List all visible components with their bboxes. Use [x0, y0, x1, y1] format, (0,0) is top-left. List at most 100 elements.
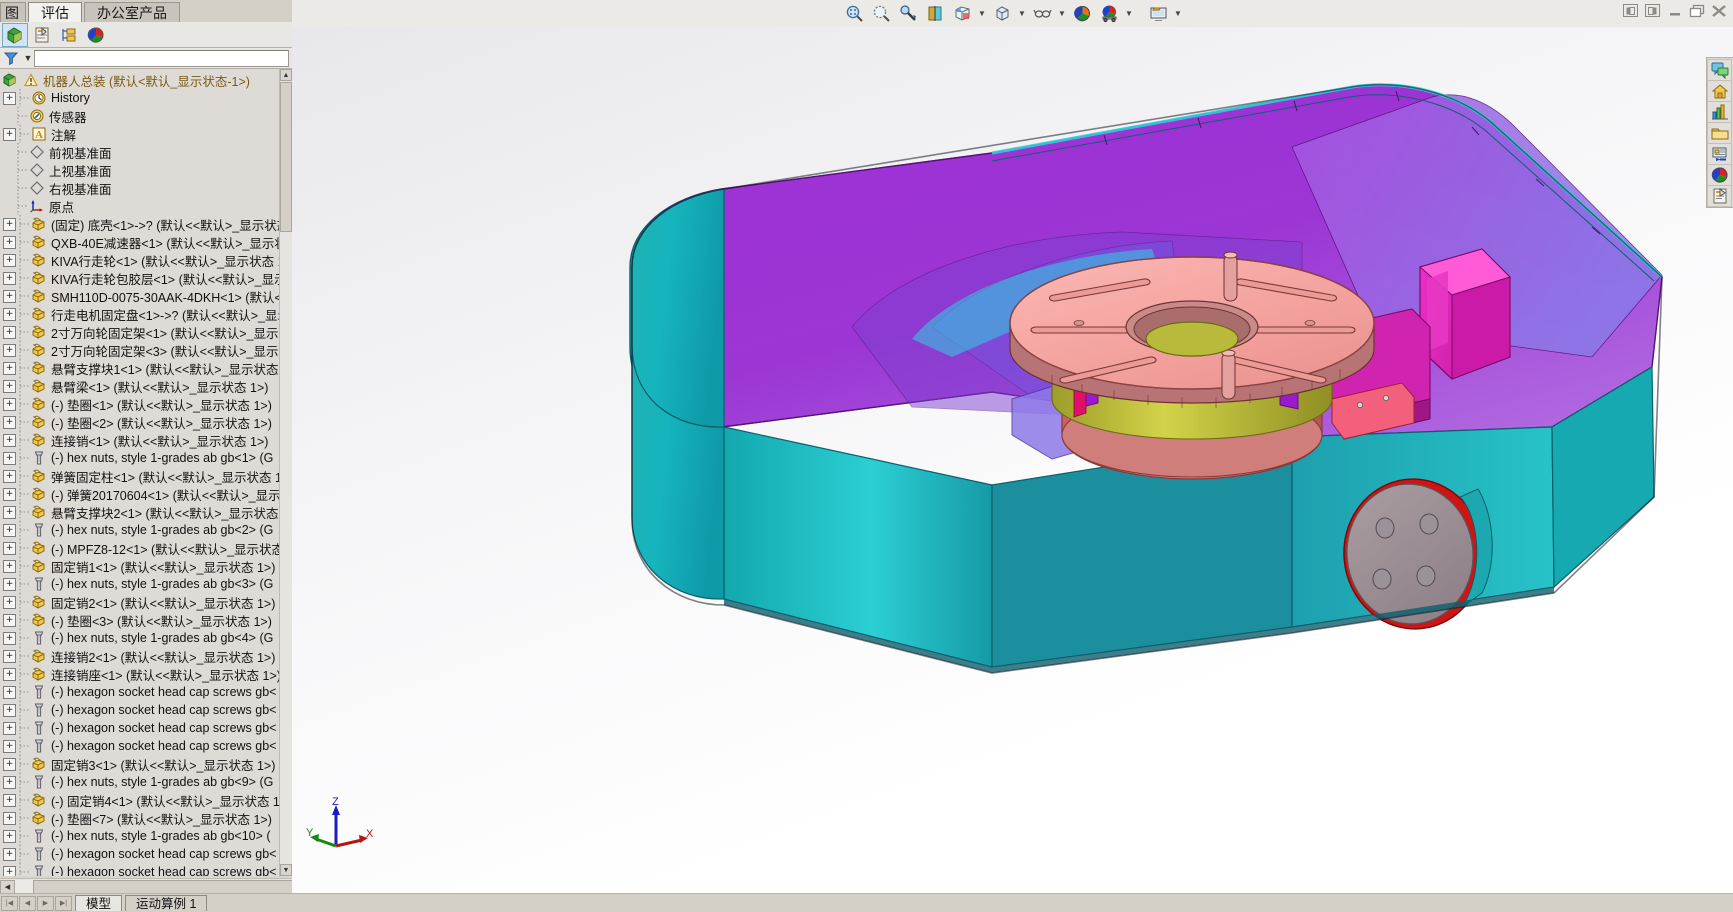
restore-doc-right-button[interactable]	[1644, 3, 1661, 18]
tree-item[interactable]: + 弹簧固定柱<1> (默认<<默认>_显示状态 1	[0, 467, 280, 485]
tree-item[interactable]: + (-) 固定销4<1> (默认<<默认>_显示状态 1	[0, 791, 280, 809]
tree-item[interactable]: + KIVA行走轮<1> (默认<<默认>_显示状态 1	[0, 251, 280, 269]
section-view-icon[interactable]	[923, 2, 948, 26]
tree-expand-icon[interactable]: +	[3, 307, 16, 321]
tab-nav-prev-button[interactable]: ◀	[19, 895, 36, 911]
tree-item[interactable]: + 行走电机固定盘<1>->? (默认<<默认>_显示	[0, 305, 280, 323]
tree-item[interactable]: + (-) MPFZ8-12<1> (默认<<默认>_显示状态	[0, 539, 280, 557]
tree-item[interactable]: +2寸万向轮固定架<3> (默认<<默认>_显示状	[0, 341, 280, 359]
cad-model-3d[interactable]	[292, 27, 1733, 894]
tree-item[interactable]: + (-) 垫圈<3> (默认<<默认>_显示状态 1>)	[0, 611, 280, 629]
tree-item[interactable]: + 连接销座<1> (默认<<默认>_显示状态 1>)	[0, 665, 280, 683]
doc-tab-model[interactable]: 模型	[75, 895, 123, 911]
custom-properties-icon[interactable]	[1707, 164, 1732, 186]
tree-item[interactable]: + (-) hex nuts, style 1-grades ab gb<9> (…	[0, 773, 280, 791]
apply-scene-icon[interactable]	[1097, 2, 1122, 26]
tree-item[interactable]: + (-) hexagon socket head cap screws gb<	[0, 845, 280, 863]
tree-item[interactable]: + (-) 垫圈<1> (默认<<默认>_显示状态 1>)	[0, 395, 280, 413]
tab-nav-next-button[interactable]: ▶	[37, 895, 54, 911]
ribbon-tab-0[interactable]: 图	[0, 2, 26, 22]
tab-nav-first-button[interactable]: |◀	[1, 895, 18, 911]
tree-item[interactable]: + 悬臂梁<1> (默认<<默认>_显示状态 1>)	[0, 377, 280, 395]
tree-item[interactable]: 传感器	[0, 107, 280, 125]
tree-item[interactable]: + A 注解	[0, 125, 280, 143]
tree-expand-icon[interactable]: +	[3, 361, 16, 375]
tree-item[interactable]: + KIVA行走轮包胶层<1> (默认<<默认>_显示	[0, 269, 280, 287]
tree-item[interactable]: + (固定) 底壳<1>->? (默认<<默认>_显示状态	[0, 215, 280, 233]
tree-item[interactable]: + (-) hex nuts, style 1-grades ab gb<3> (…	[0, 575, 280, 593]
tree-item[interactable]: + SMH110D-0075-30AAK-4DKH<1> (默认<	[0, 287, 280, 305]
apply-scene-caret-icon[interactable]: ▼	[1124, 2, 1135, 26]
tree-item[interactable]: + (-) hexagon socket head cap screws gb<	[0, 701, 280, 719]
tree-item[interactable]: + (-) 垫圈<2> (默认<<默认>_显示状态 1>)	[0, 413, 280, 431]
tree-expand-icon[interactable]: +	[3, 793, 16, 807]
tree-expand-icon[interactable]: +	[3, 415, 16, 429]
tree-expand-icon[interactable]: +	[3, 289, 16, 303]
tree-item[interactable]: 前视基准面	[0, 143, 280, 161]
maximize-restore-button[interactable]	[1688, 3, 1705, 18]
tree-expand-icon[interactable]: +	[3, 217, 16, 231]
tree-expand-icon[interactable]: +	[3, 379, 16, 393]
tree-expand-icon[interactable]: +	[3, 829, 16, 843]
tree-horizontal-scrollbar[interactable]: ◀ ▶	[0, 878, 378, 894]
tree-expand-icon[interactable]: +	[3, 235, 16, 249]
tree-expand-icon[interactable]: +	[3, 253, 16, 267]
tree-item[interactable]: 上视基准面	[0, 161, 280, 179]
tree-item[interactable]: + (-) hexagon socket head cap screws gb<	[0, 737, 280, 755]
tree-expand-icon[interactable]: +	[3, 811, 16, 825]
design-tree-scroll[interactable]: 机器人总装 (默认<默认_显示状态-1>) + History 传感器 + A 注解 前视基准…	[0, 69, 280, 876]
tree-expand-icon[interactable]: +	[3, 721, 16, 735]
tree-expand-icon[interactable]: +	[3, 703, 16, 717]
tree-expand-icon[interactable]: +	[3, 775, 16, 789]
hide-show-items-caret-icon[interactable]: ▼	[1057, 2, 1068, 26]
tree-item[interactable]: + 连接销2<1> (默认<<默认>_显示状态 1>)	[0, 647, 280, 665]
tree-item[interactable]: + (-) hexagon socket head cap screws gb<	[0, 683, 280, 701]
graphics-viewport[interactable]: Z X Y	[292, 27, 1733, 894]
tree-item[interactable]: +2寸万向轮固定架<1> (默认<<默认>_显示状	[0, 323, 280, 341]
tree-expand-icon[interactable]: +	[3, 523, 16, 537]
zoom-to-area-icon[interactable]	[869, 2, 894, 26]
tree-item[interactable]: + (-) hexagon socket head cap screws gb<	[0, 719, 280, 737]
tree-scroll-left-button[interactable]: ◀	[0, 879, 15, 894]
tree-item[interactable]: + (-) hexagon socket head cap screws gb<	[0, 863, 280, 876]
tree-expand-icon[interactable]: +	[3, 595, 16, 609]
tree-item[interactable]: + (-) hex nuts, style 1-grades ab gb<1> (…	[0, 449, 280, 467]
zoom-in-out-icon[interactable]	[896, 2, 921, 26]
tab-nav-last-button[interactable]: ▶|	[55, 895, 72, 911]
tree-item[interactable]: + 悬臂支撑块1<1> (默认<<默认>_显示状态 1	[0, 359, 280, 377]
display-style-caret-icon[interactable]: ▼	[1017, 2, 1028, 26]
tree-expand-icon[interactable]: +	[3, 757, 16, 771]
ribbon-tab-evaluate[interactable]: 评估	[28, 2, 82, 22]
tree-expand-icon[interactable]: +	[3, 91, 16, 105]
tree-item[interactable]: + (-) hex nuts, style 1-grades ab gb<2> (…	[0, 521, 280, 539]
appearances-scenes-icon[interactable]	[1707, 143, 1732, 165]
tree-expand-icon[interactable]: +	[3, 343, 16, 357]
tree-item[interactable]: + (-) hex nuts, style 1-grades ab gb<10> …	[0, 827, 280, 845]
feature-manager-tree-tab[interactable]	[2, 22, 28, 47]
tree-expand-icon[interactable]: +	[3, 127, 16, 141]
solidworks-resources-icon[interactable]	[1707, 59, 1732, 81]
design-library-icon[interactable]	[1707, 80, 1732, 102]
display-manager-tab[interactable]	[83, 23, 109, 47]
doc-tab-motion-study[interactable]: 运动算例 1	[125, 895, 208, 911]
property-manager-tab[interactable]	[29, 23, 55, 47]
tree-item[interactable]: + History	[0, 89, 280, 107]
close-button[interactable]	[1710, 3, 1727, 18]
tree-scroll-down-button[interactable]: ▼	[280, 864, 292, 876]
tree-expand-icon[interactable]: +	[3, 649, 16, 663]
tree-item[interactable]: 原点	[0, 197, 280, 215]
tree-expand-icon[interactable]: +	[3, 397, 16, 411]
edit-appearance-icon[interactable]	[1070, 2, 1095, 26]
tree-item[interactable]: + (-) 弹簧20170604<1> (默认<<默认>_显示	[0, 485, 280, 503]
tree-expand-icon[interactable]: +	[3, 667, 16, 681]
ribbon-tab-office-products[interactable]: 办公室产品	[84, 2, 180, 22]
tree-item[interactable]: + 固定销1<1> (默认<<默认>_显示状态 1>)	[0, 557, 280, 575]
file-explorer-icon[interactable]	[1707, 101, 1732, 123]
tree-expand-icon[interactable]: +	[3, 631, 16, 645]
hide-show-items-icon[interactable]	[1030, 2, 1055, 26]
tree-item[interactable]: + 连接销<1> (默认<<默认>_显示状态 1>)	[0, 431, 280, 449]
configuration-manager-tab[interactable]	[56, 23, 82, 47]
tree-expand-icon[interactable]: +	[3, 325, 16, 339]
minimize-button[interactable]	[1666, 3, 1683, 18]
tree-expand-icon[interactable]: +	[3, 271, 16, 285]
